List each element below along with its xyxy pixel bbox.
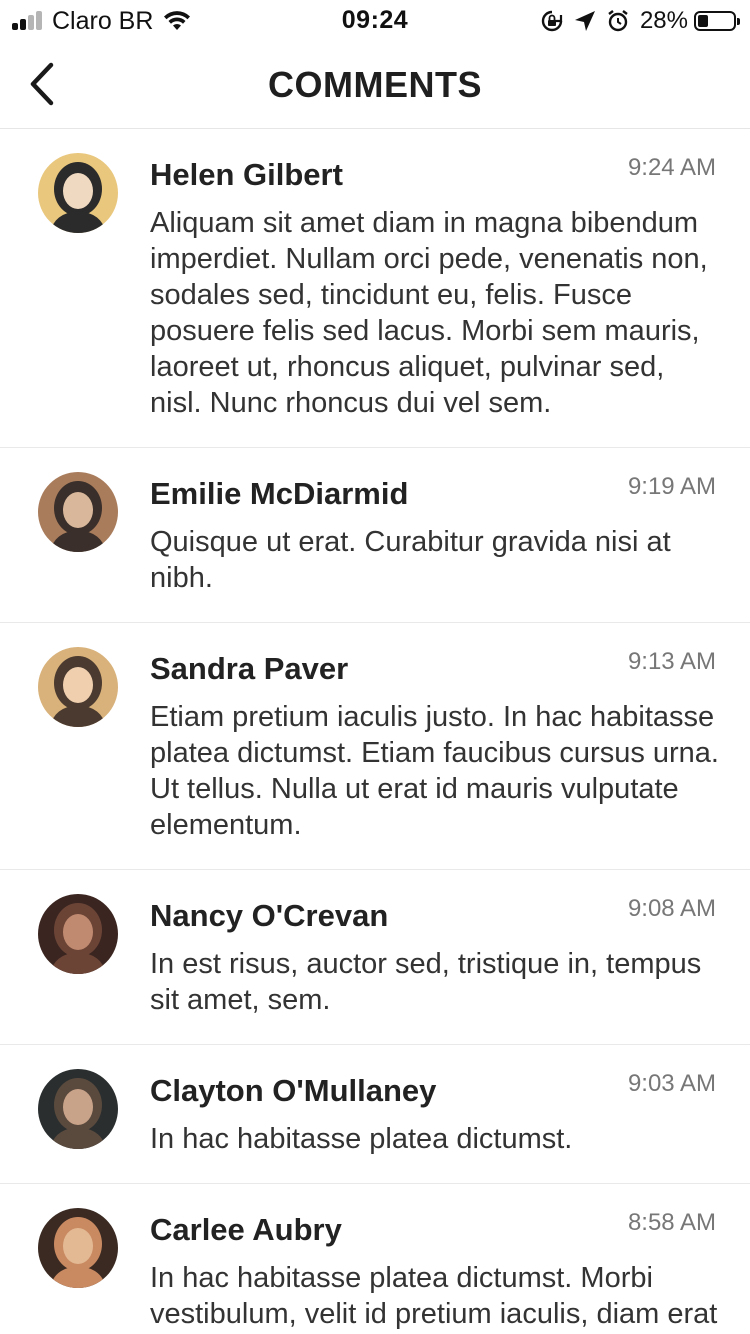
comment-header: Emilie McDiarmid 9:19 AM — [150, 472, 718, 516]
comments-screen: Claro BR 09:24 28% COMMENTS Helen Gilber… — [0, 0, 750, 1334]
comment-item[interactable]: Emilie McDiarmid 9:19 AM Quisque ut erat… — [0, 448, 750, 623]
comment-timestamp: 9:13 AM — [627, 648, 716, 675]
comment-timestamp: 9:08 AM — [627, 895, 716, 922]
comment-item[interactable]: Carlee Aubry 8:58 AM In hac habitasse pl… — [0, 1184, 750, 1334]
avatar-photo — [38, 647, 118, 727]
comment-item[interactable]: Nancy O'Crevan 9:08 AM In est risus, auc… — [0, 870, 750, 1045]
comment-body: Quisque ut erat. Curabitur gravida nisi … — [150, 526, 671, 594]
comment-timestamp: 8:58 AM — [627, 1209, 716, 1236]
avatar[interactable] — [38, 472, 118, 552]
location-arrow-icon — [574, 10, 596, 32]
comment-item[interactable]: Helen Gilbert 9:24 AM Aliquam sit amet d… — [0, 129, 750, 448]
comment-header: Helen Gilbert 9:24 AM — [150, 153, 718, 197]
comment-header: Clayton O'Mullaney 9:03 AM — [150, 1069, 718, 1113]
battery-percentage: 28% — [639, 7, 688, 34]
comment-timestamp: 9:19 AM — [627, 473, 716, 500]
battery-level-fill — [698, 15, 708, 27]
navigation-bar: COMMENTS — [0, 40, 750, 129]
avatar-photo — [38, 153, 118, 233]
page-title: COMMENTS — [268, 64, 482, 105]
comment-header: Nancy O'Crevan 9:08 AM — [150, 894, 718, 938]
comment-list: Helen Gilbert 9:24 AM Aliquam sit amet d… — [0, 129, 750, 1334]
rotation-lock-icon — [540, 9, 564, 33]
avatar[interactable] — [38, 647, 118, 727]
status-bar: Claro BR 09:24 28% — [0, 0, 750, 40]
comment-body: Etiam pretium iaculis justo. In hac habi… — [150, 701, 719, 841]
avatar[interactable] — [38, 894, 118, 974]
comment-body: In hac habitasse platea dictumst. Morbi … — [150, 1262, 718, 1330]
comment-body: In hac habitasse platea dictumst. — [150, 1123, 573, 1155]
status-right: 28% — [530, 6, 740, 36]
avatar-photo — [38, 894, 118, 974]
comment-item[interactable]: Sandra Paver 9:13 AM Etiam pretium iacul… — [0, 623, 750, 870]
avatar-photo — [38, 1069, 118, 1149]
comment-timestamp: 9:24 AM — [627, 154, 716, 181]
avatar-photo — [38, 472, 118, 552]
comment-header: Carlee Aubry 8:58 AM — [150, 1208, 718, 1252]
avatar[interactable] — [38, 1208, 118, 1288]
comment-timestamp: 9:03 AM — [627, 1070, 716, 1097]
comment-body: In est risus, auctor sed, tristique in, … — [150, 948, 702, 1016]
avatar[interactable] — [38, 153, 118, 233]
battery-icon — [694, 11, 740, 31]
avatar-photo — [38, 1208, 118, 1288]
comment-header: Sandra Paver 9:13 AM — [150, 647, 718, 691]
alarm-clock-icon — [606, 9, 630, 33]
comment-item[interactable]: Clayton O'Mullaney 9:03 AM In hac habita… — [0, 1045, 750, 1184]
comment-body: Aliquam sit amet diam in magna bibendum … — [150, 207, 708, 419]
avatar[interactable] — [38, 1069, 118, 1149]
